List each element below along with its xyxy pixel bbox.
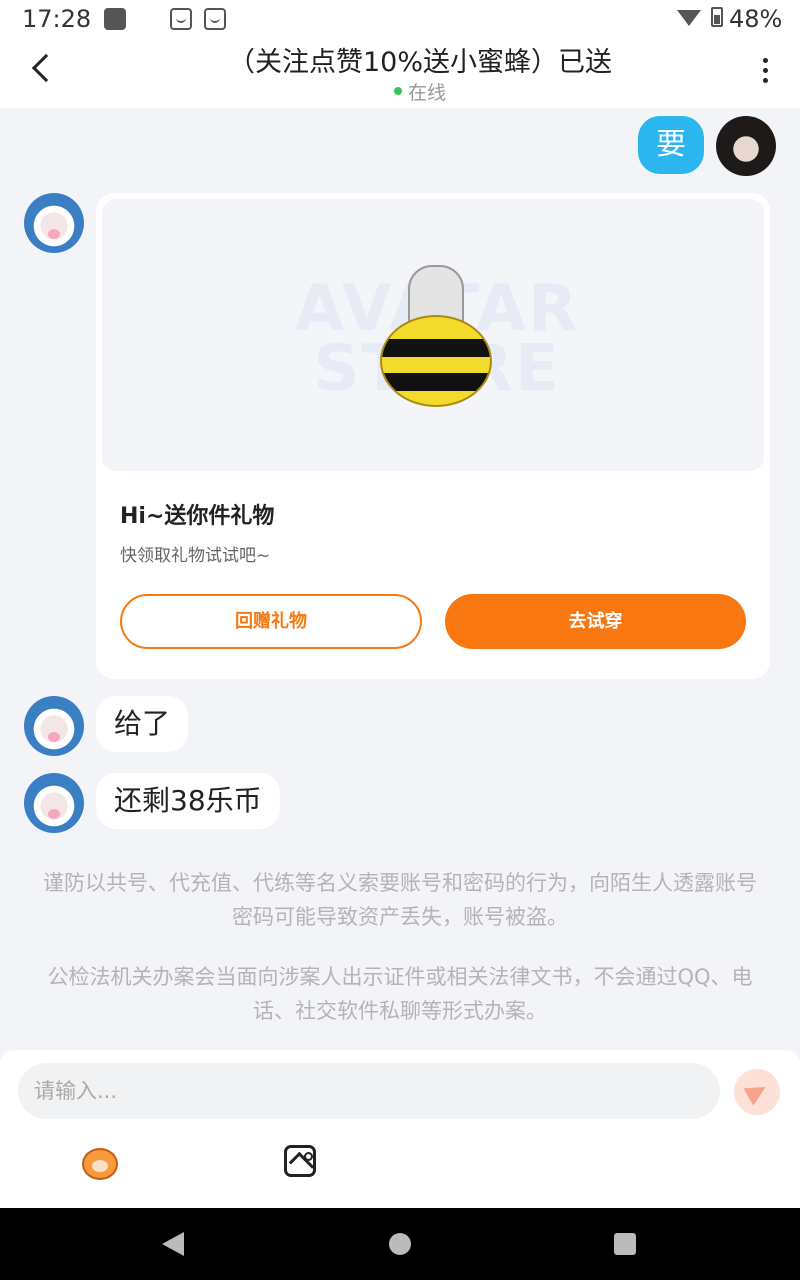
incoming-message-bubble: 还剩38乐币 — [96, 773, 280, 829]
message-input[interactable] — [18, 1063, 720, 1119]
return-gift-button[interactable]: 回赠礼物 — [120, 594, 422, 649]
gift-image: AVATAR STORE — [102, 199, 764, 471]
gift-card: AVATAR STORE Hi~送你件礼物 快领取礼物试试吧~ 回赠礼物 去试穿 — [96, 193, 770, 679]
safety-notice: 谨防以共号、代充值、代练等名义索要账号和密码的行为，向陌生人透露账号密码可能导致… — [43, 871, 757, 929]
nav-home-icon[interactable] — [389, 1233, 411, 1255]
status-bar: 17:28 48% — [0, 0, 800, 38]
gift-card-title: Hi~送你件礼物 — [120, 504, 275, 529]
battery-percent: 48% — [729, 5, 783, 33]
sticker-icon[interactable] — [78, 1142, 122, 1182]
nav-recents-icon[interactable] — [614, 1233, 636, 1255]
nav-back-icon[interactable] — [162, 1232, 184, 1256]
app-notification-icon — [170, 8, 192, 30]
send-icon[interactable] — [734, 1069, 780, 1115]
contact-avatar[interactable] — [24, 773, 84, 833]
battery-icon — [711, 7, 723, 27]
bee-gift-icon — [380, 265, 492, 415]
image-icon[interactable] — [284, 1145, 316, 1177]
contact-avatar[interactable] — [24, 193, 84, 253]
online-status-label: 在线 — [407, 82, 446, 104]
online-status: 在线 — [0, 78, 800, 105]
gift-card-subtitle: 快领取礼物试试吧~ — [120, 546, 271, 566]
online-dot-icon — [393, 86, 402, 95]
incoming-message-bubble: 给了 — [96, 696, 189, 752]
system-nav-bar — [0, 1208, 800, 1280]
safety-notice: 公检法机关办案会当面向涉案人出示证件或相关法律文书，不会通过QQ、电话、社交软件… — [47, 965, 753, 1023]
chat-title: （关注点赞10%送小蜜蜂）已送 — [227, 47, 612, 78]
my-avatar[interactable] — [716, 116, 776, 176]
outgoing-message-bubble: 要 — [638, 116, 704, 174]
input-area — [0, 1050, 800, 1208]
try-on-button[interactable]: 去试穿 — [445, 594, 746, 649]
status-time: 17:28 — [22, 5, 92, 33]
wifi-icon — [677, 10, 701, 26]
notification-icon — [104, 8, 126, 30]
app-notification-icon — [204, 8, 226, 30]
more-vertical-icon[interactable] — [763, 58, 769, 86]
contact-avatar[interactable] — [24, 696, 84, 756]
chat-header: （关注点赞10%送小蜜蜂）已送 在线 — [0, 38, 800, 108]
